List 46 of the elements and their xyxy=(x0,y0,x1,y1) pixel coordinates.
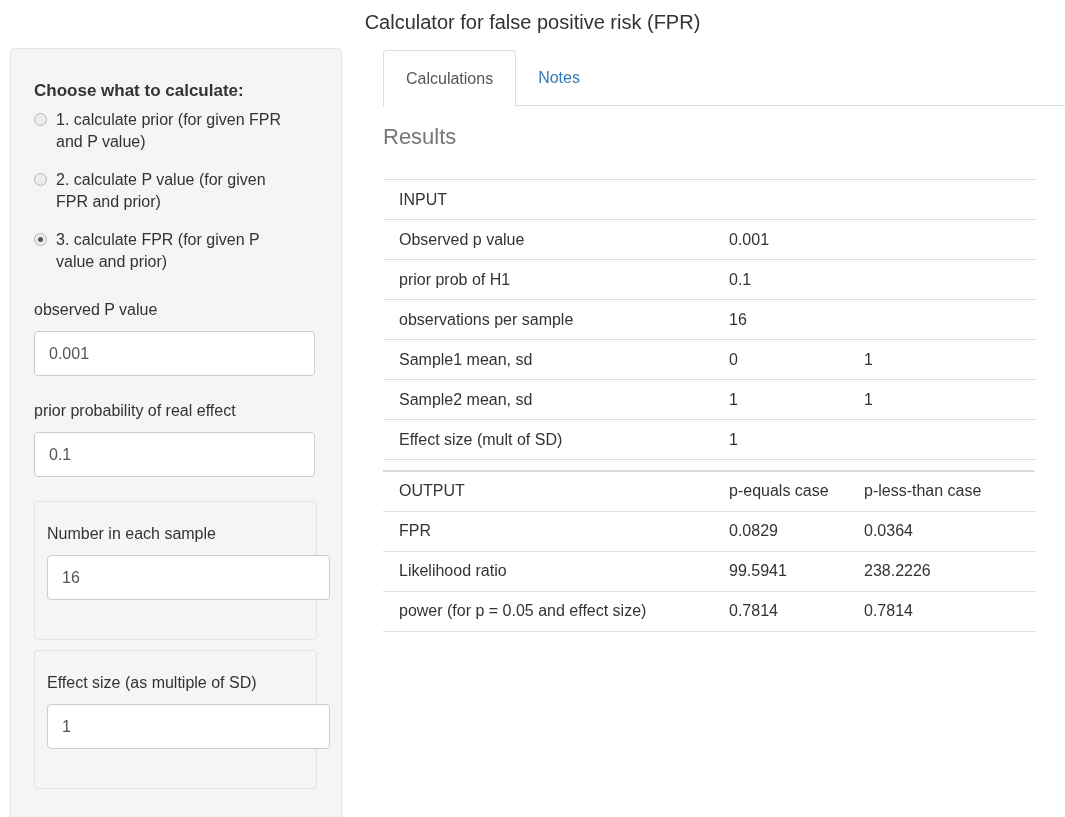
option-label: 1. calculate prior (for given FPR and P value) xyxy=(56,110,282,152)
table-cell: 1 xyxy=(729,430,738,448)
table-cell: 1 xyxy=(864,390,873,408)
table-cell: 0.0364 xyxy=(864,522,913,539)
table-cell: observations per sample xyxy=(399,310,574,328)
field-label: prior probability of real effect xyxy=(34,401,237,421)
option-label: 3. calculate FPR (for given P value and prior) xyxy=(56,230,261,272)
radio-button[interactable] xyxy=(34,113,47,126)
table-cell: 0.0829 xyxy=(729,522,778,539)
option-label: 2. calculate P value (for given FPR and prior) xyxy=(56,170,267,212)
table-cell: p-equals case xyxy=(729,482,829,500)
table-cell: Sample2 mean, sd xyxy=(399,390,533,408)
table-cell: 0.1 xyxy=(729,270,752,288)
input-field[interactable]: 0.1 xyxy=(34,432,315,477)
table-cell: 0.7814 xyxy=(864,602,913,619)
table-cell: 0 xyxy=(729,350,738,368)
table-cell: INPUT xyxy=(399,190,447,208)
table-cell: Sample1 mean, sd xyxy=(399,350,533,368)
tab[interactable]: Notes xyxy=(516,50,602,106)
radio-button[interactable] xyxy=(34,173,47,186)
table-cell: 1 xyxy=(864,350,873,368)
field-label: Effect size (as multiple of SD) xyxy=(47,673,258,693)
table-cell: power (for p = 0.05 and effect size) xyxy=(399,602,647,619)
input-field[interactable]: 0.001 xyxy=(34,331,315,376)
page-title: Calculator for false positive risk (FPR) xyxy=(364,10,701,35)
table-cell: Effect size (mult of SD) xyxy=(399,430,563,448)
input-field[interactable]: 1 xyxy=(47,704,330,749)
table-cell: 238.2226 xyxy=(864,562,931,579)
results-heading: Results xyxy=(383,123,458,151)
table-cell: 0.001 xyxy=(729,230,770,248)
input-field[interactable]: 16 xyxy=(47,555,330,600)
field-label: observed P value xyxy=(34,300,159,320)
field-label: Number in each sample xyxy=(47,524,217,544)
table-cell: OUTPUT xyxy=(399,482,465,500)
table-cell: 1 xyxy=(729,390,738,408)
table-cell: Observed p value xyxy=(399,230,525,248)
table-cell: prior prob of H1 xyxy=(399,270,511,288)
table-cell: 99.5941 xyxy=(729,562,787,579)
radio-button[interactable] xyxy=(34,233,47,246)
table-cell: 0.7814 xyxy=(729,602,778,619)
sidebar-heading: Choose what to calculate: xyxy=(34,80,245,102)
table-cell: 16 xyxy=(729,310,747,328)
tab[interactable]: Calculations xyxy=(383,50,517,107)
table-cell: FPR xyxy=(399,522,431,539)
table-cell: p-less-than case xyxy=(864,482,982,500)
table-cell: Likelihood ratio xyxy=(399,562,507,579)
